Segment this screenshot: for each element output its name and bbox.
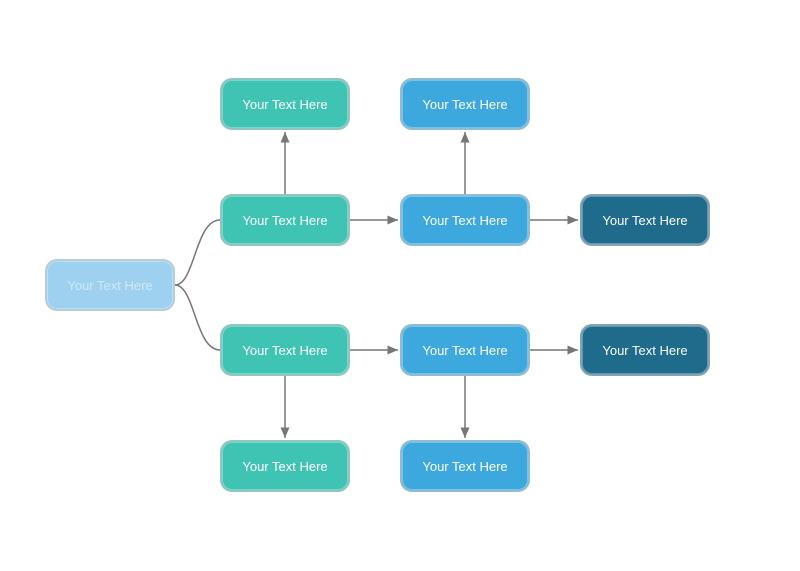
node-label: Your Text Here (602, 343, 687, 358)
node-top-teal: Your Text Here (220, 78, 350, 130)
node-label: Your Text Here (67, 278, 152, 293)
node-upper-sky: Your Text Here (400, 194, 530, 246)
node-label: Your Text Here (422, 459, 507, 474)
node-upper-dark: Your Text Here (580, 194, 710, 246)
node-label: Your Text Here (242, 97, 327, 112)
node-bottom-teal: Your Text Here (220, 440, 350, 492)
node-lower-sky: Your Text Here (400, 324, 530, 376)
node-label: Your Text Here (242, 459, 327, 474)
node-bottom-sky: Your Text Here (400, 440, 530, 492)
node-lower-dark: Your Text Here (580, 324, 710, 376)
node-root: Your Text Here (45, 259, 175, 311)
node-label: Your Text Here (602, 213, 687, 228)
node-label: Your Text Here (422, 343, 507, 358)
node-label: Your Text Here (422, 97, 507, 112)
node-label: Your Text Here (422, 213, 507, 228)
node-top-sky: Your Text Here (400, 78, 530, 130)
node-label: Your Text Here (242, 213, 327, 228)
node-upper-teal: Your Text Here (220, 194, 350, 246)
node-lower-teal: Your Text Here (220, 324, 350, 376)
node-label: Your Text Here (242, 343, 327, 358)
